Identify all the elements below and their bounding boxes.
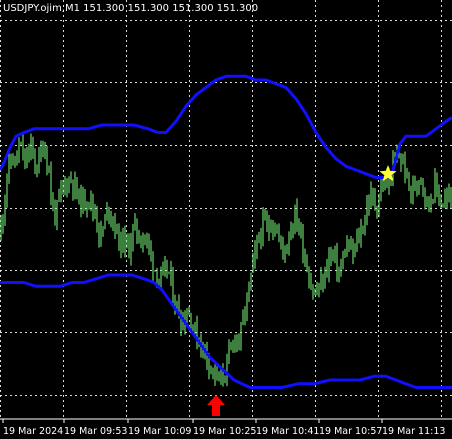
x-tick-label: 19 Mar 11:13 (382, 426, 445, 437)
price-chart[interactable]: 19 Mar 2024 19 Mar 09:53 19 Mar 10:09 19 Ma… (0, 0, 452, 439)
x-tick-label: 19 Mar 2024 (3, 426, 63, 437)
x-tick-label: 19 Mar 10:57 (319, 426, 382, 437)
chart-window[interactable]: 19 Mar 2024 19 Mar 09:53 19 Mar 10:09 19 Ma… (0, 0, 452, 439)
x-tick-label: 19 Mar 09:53 (64, 426, 127, 437)
symbol-header: USDJPY.ojim,M1 151.300 151.300 151.300 1… (3, 3, 258, 14)
x-tick-label: 19 Mar 10:41 (256, 426, 319, 437)
x-tick-label: 19 Mar 10:25 (193, 426, 256, 437)
x-tick-label: 19 Mar 10:09 (128, 426, 191, 437)
